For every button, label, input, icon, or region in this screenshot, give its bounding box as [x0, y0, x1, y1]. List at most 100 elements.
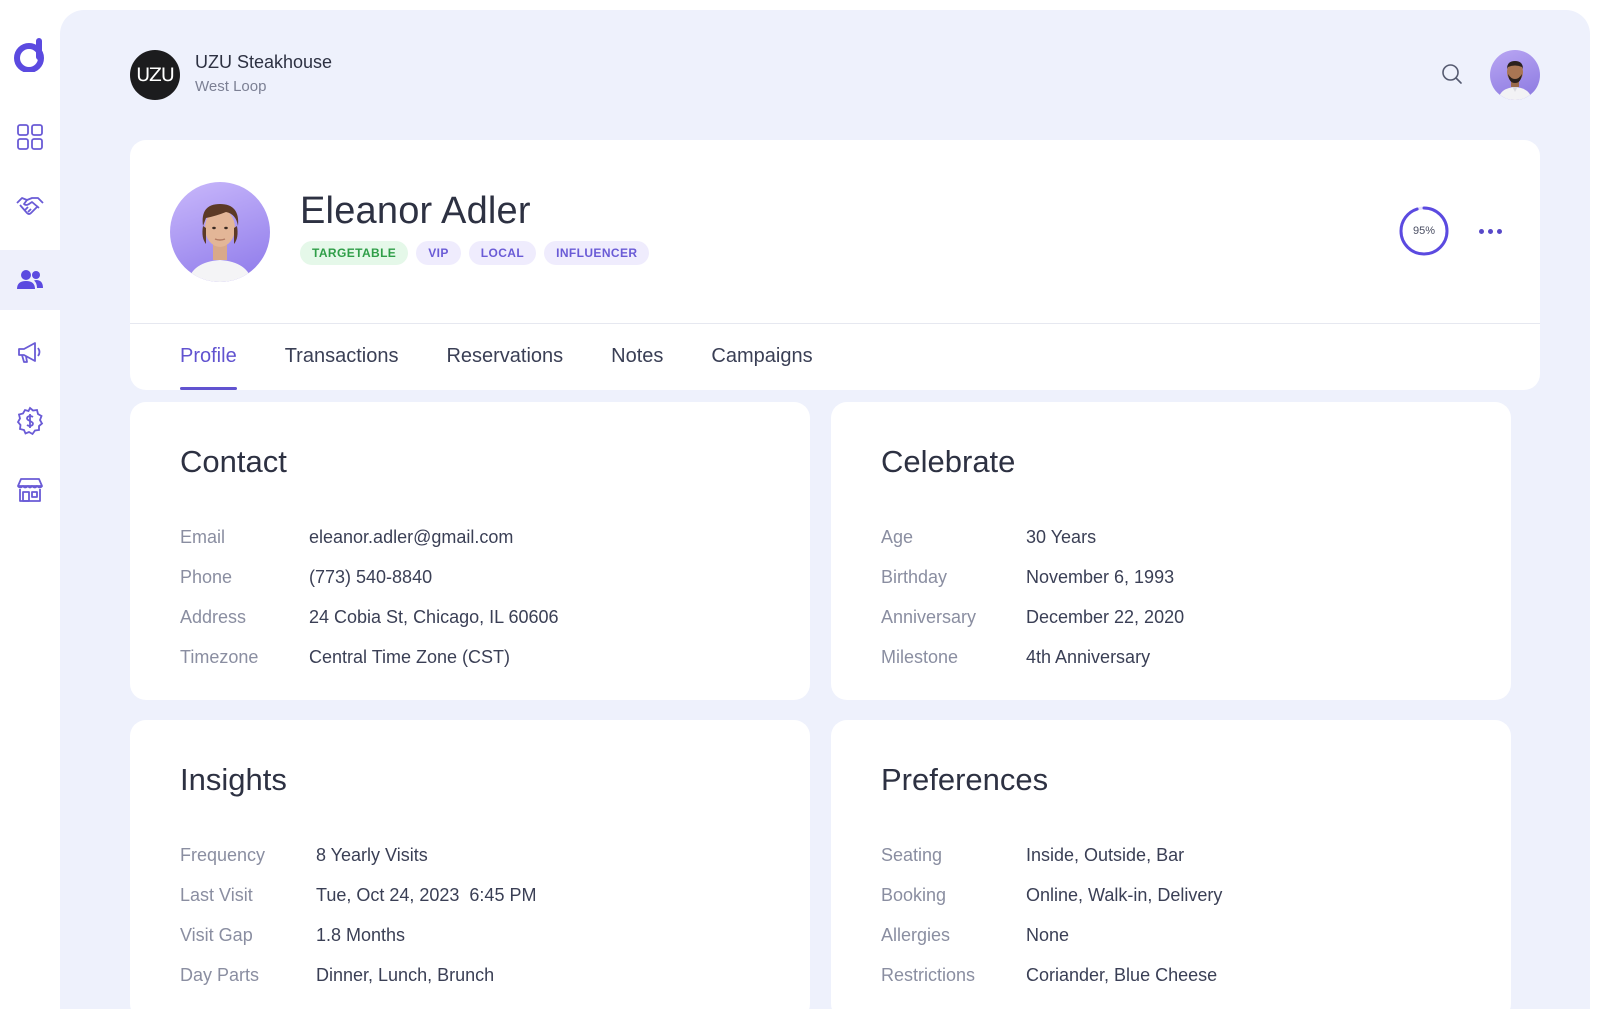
- restaurant-location: West Loop: [195, 78, 267, 95]
- celebrate-value: 4th Anniversary: [1026, 646, 1151, 667]
- guest-portrait-icon: [188, 204, 252, 282]
- celebrate-label: Age: [881, 526, 914, 547]
- preferences-title: Preferences: [881, 762, 1049, 797]
- megaphone-icon: [18, 342, 41, 363]
- insights-value: 1.8 Months: [316, 924, 406, 945]
- insights-row-last-visit: Last Visit Tue, Oct 24, 2023 6:45 PM: [180, 875, 536, 915]
- celebrate-title: Celebrate: [881, 444, 1016, 479]
- tab-campaigns[interactable]: Campaigns: [711, 324, 812, 390]
- more-dot-icon: [1478, 228, 1484, 234]
- preferences-row-restrictions: Restrictions Coriander, Blue Cheese: [881, 955, 1222, 995]
- celebrate-rows: Age 30 Years Birthday November 6, 1993 A…: [881, 517, 1184, 677]
- user-portrait-icon: [1498, 61, 1532, 100]
- contact-label: Timezone: [180, 646, 259, 667]
- preferences-row-allergies: Allergies None: [881, 915, 1222, 955]
- preferences-label: Booking: [881, 884, 947, 905]
- guest-tags: TARGETABLE VIP LOCAL INFLUENCER: [300, 241, 650, 265]
- restaurant-logo: UZU: [130, 50, 180, 100]
- tab-reservations[interactable]: Reservations: [446, 324, 563, 390]
- insights-card: Insights Frequency 8 Yearly Visits Last …: [130, 720, 810, 1009]
- sidebar-item-locations[interactable]: [0, 460, 60, 520]
- dollar-coin-icon: [16, 406, 44, 436]
- insights-value: Dinner, Lunch, Brunch: [316, 964, 495, 985]
- celebrate-label: Milestone: [881, 646, 959, 667]
- preferences-label: Restrictions: [881, 964, 976, 985]
- contact-card: Contact Email eleanor.adler@gmail.com Ph…: [130, 402, 810, 700]
- celebrate-row-anniversary: Anniversary December 22, 2020: [881, 597, 1184, 637]
- profile-tabs: Profile Transactions Reservations Notes …: [180, 324, 813, 390]
- contact-row-address: Address 24 Cobia St, Chicago, IL 60606: [180, 597, 559, 637]
- preferences-value: None: [1026, 924, 1070, 945]
- contact-row-phone: Phone (773) 540-8840: [180, 557, 559, 597]
- handshake-icon: [16, 197, 44, 215]
- insights-row-frequency: Frequency 8 Yearly Visits: [180, 835, 536, 875]
- celebrate-row-age: Age 30 Years: [881, 517, 1184, 557]
- tab-transactions[interactable]: Transactions: [285, 324, 399, 390]
- user-avatar[interactable]: [1490, 50, 1540, 100]
- preferences-value: Coriander, Blue Cheese: [1026, 964, 1218, 985]
- sidebar: [0, 0, 60, 1009]
- sidebar-item-partners[interactable]: [0, 176, 60, 236]
- contact-value[interactable]: (773) 540-8840: [309, 567, 432, 588]
- contact-row-email: Email eleanor.adler@gmail.com: [180, 517, 559, 557]
- guest-name: Eleanor Adler: [300, 190, 531, 232]
- insights-title: Insights: [180, 762, 287, 797]
- contact-label: Address: [180, 606, 247, 627]
- tag-vip[interactable]: VIP: [416, 241, 461, 265]
- celebrate-row-birthday: Birthday November 6, 1993: [881, 557, 1184, 597]
- celebrate-value: December 22, 2020: [1026, 606, 1185, 627]
- contact-label: Email: [180, 526, 226, 547]
- contact-value: Central Time Zone (CST): [309, 646, 511, 667]
- celebrate-label: Birthday: [881, 566, 948, 587]
- contact-label: Phone: [180, 566, 233, 587]
- insights-label: Last Visit: [180, 884, 253, 905]
- insights-label: Frequency: [180, 844, 266, 865]
- search-icon: [1442, 64, 1462, 84]
- celebrate-label: Anniversary: [881, 606, 977, 627]
- app-logo[interactable]: [14, 36, 46, 73]
- celebrate-card: Celebrate Age 30 Years Birthday November…: [831, 402, 1511, 700]
- preferences-card: Preferences Seating Inside, Outside, Bar…: [831, 720, 1511, 1009]
- tag-influencer[interactable]: INFLUENCER: [544, 241, 650, 265]
- contact-rows: Email eleanor.adler@gmail.com Phone (773…: [180, 517, 559, 677]
- tag-local[interactable]: LOCAL: [468, 241, 537, 265]
- celebrate-row-milestone: Milestone 4th Anniversary: [881, 637, 1184, 677]
- preferences-row-seating: Seating Inside, Outside, Bar: [881, 835, 1222, 875]
- storefront-icon: [17, 478, 43, 502]
- restaurant-initials: UZU: [136, 64, 174, 86]
- celebrate-value: November 6, 1993: [1026, 566, 1175, 587]
- sidebar-item-campaigns[interactable]: [0, 322, 60, 382]
- guest-avatar: [170, 182, 270, 282]
- main-content: UZU UZU Steakhouse West Loop Eleanor Adl…: [60, 10, 1590, 1009]
- insights-value: 8 Yearly Visits: [316, 844, 428, 865]
- restaurant-name[interactable]: UZU Steakhouse: [195, 52, 332, 73]
- insights-row-visit-gap: Visit Gap 1.8 Months: [180, 915, 536, 955]
- more-dot-icon: [1487, 228, 1493, 234]
- insights-label: Day Parts: [180, 964, 260, 985]
- preferences-value: Inside, Outside, Bar: [1026, 844, 1185, 865]
- tab-profile[interactable]: Profile: [180, 324, 237, 390]
- insights-label: Visit Gap: [180, 924, 253, 945]
- celebrate-value: 30 Years: [1026, 526, 1097, 547]
- sidebar-item-guests[interactable]: [0, 250, 60, 310]
- grid-icon: [17, 124, 43, 150]
- contact-title: Contact: [180, 444, 287, 479]
- contact-value: 24 Cobia St, Chicago, IL 60606: [309, 606, 559, 627]
- sidebar-item-revenue[interactable]: [0, 391, 60, 451]
- sidebar-item-dashboard[interactable]: [0, 107, 60, 167]
- preferences-label: Seating: [881, 844, 943, 865]
- preferences-label: Allergies: [881, 924, 951, 945]
- profile-score-label: 95%: [1412, 225, 1436, 237]
- tab-notes[interactable]: Notes: [611, 324, 663, 390]
- more-options-button[interactable]: [1475, 216, 1505, 246]
- preferences-row-booking: Booking Online, Walk-in, Delivery: [881, 875, 1222, 915]
- preferences-rows: Seating Inside, Outside, Bar Booking Onl…: [881, 835, 1222, 995]
- users-icon: [17, 270, 43, 289]
- insights-row-day-parts: Day Parts Dinner, Lunch, Brunch: [180, 955, 536, 995]
- contact-value[interactable]: eleanor.adler@gmail.com: [309, 527, 513, 548]
- tag-targetable[interactable]: TARGETABLE: [300, 241, 409, 265]
- insights-rows: Frequency 8 Yearly Visits Last Visit Tue…: [180, 835, 536, 995]
- insights-value: Tue, Oct 24, 2023 6:45 PM: [316, 884, 537, 905]
- guest-profile-card: Eleanor Adler TARGETABLE VIP LOCAL INFLU…: [130, 140, 1540, 390]
- search-button[interactable]: [1438, 60, 1466, 88]
